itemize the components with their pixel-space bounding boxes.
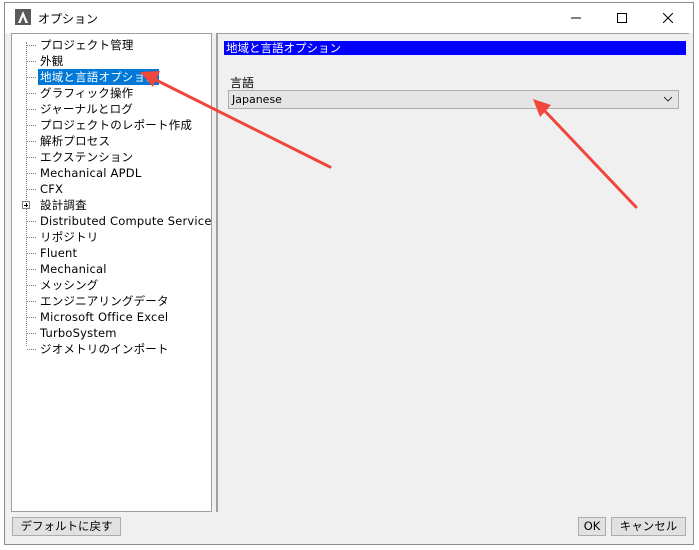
restore-defaults-button[interactable]: デフォルトに戻す — [12, 517, 121, 536]
ok-button[interactable]: OK — [578, 517, 606, 536]
tree-item-label: プロジェクト管理 — [40, 38, 134, 52]
language-select[interactable]: Japanese — [228, 90, 679, 109]
options-tree[interactable]: プロジェクト管理 外観 地域と言語オプション グラフィック操作 ジャーナルとログ… — [11, 33, 212, 512]
tree-item-label: ジオメトリのインポート — [40, 342, 169, 356]
tree-item-label: Fluent — [40, 246, 78, 260]
maximize-button[interactable] — [599, 3, 645, 33]
ansys-logo-icon — [15, 9, 31, 25]
tree-item-label: 解析プロセス — [40, 134, 111, 148]
tree-item-label: 地域と言語オプション — [38, 69, 159, 85]
panel-header: 地域と言語オプション — [224, 41, 686, 55]
window-title: オプション — [38, 12, 99, 26]
minimize-icon — [571, 17, 581, 19]
tree-item-label: グラフィック操作 — [40, 86, 134, 100]
maximize-icon — [617, 13, 627, 23]
language-select-value: Japanese — [232, 93, 282, 106]
settings-panel: 地域と言語オプション 言語 Japanese — [216, 33, 689, 512]
minimize-button[interactable] — [553, 3, 599, 33]
tree-item-label: メッシング — [40, 278, 99, 292]
tree-item-label: エクステンション — [40, 150, 134, 164]
title-bar: オプション — [5, 3, 693, 33]
expand-plus-icon[interactable] — [22, 201, 30, 209]
tree-item-label: エンジニアリングデータ — [40, 294, 169, 308]
tree-item-label: 外観 — [40, 54, 64, 68]
tree-item-label: Microsoft Office Excel — [40, 310, 169, 324]
tree-item-label: TurboSystem — [40, 326, 117, 340]
language-label: 言語 — [230, 76, 255, 90]
close-icon — [663, 13, 673, 23]
options-dialog: オプション プロジェクト管理 外観 地域と言語オプション グラフィック操作 ジャ… — [4, 2, 694, 545]
tree-item-label: Mechanical APDL — [40, 166, 142, 180]
tree-item-label: CFX — [40, 182, 64, 196]
tree-item-label: Distributed Compute Services — [40, 214, 212, 228]
tree-item-label: Mechanical — [40, 262, 107, 276]
close-button[interactable] — [645, 3, 691, 33]
chevron-down-icon — [663, 96, 673, 102]
tree-item-label: ジャーナルとログ — [40, 102, 134, 116]
tree-item-label: リポジトリ — [40, 230, 99, 244]
tree-item-label: プロジェクトのレポート作成 — [40, 118, 193, 132]
cancel-button[interactable]: キャンセル — [611, 517, 686, 536]
tree-item-label: 設計調査 — [40, 198, 87, 212]
